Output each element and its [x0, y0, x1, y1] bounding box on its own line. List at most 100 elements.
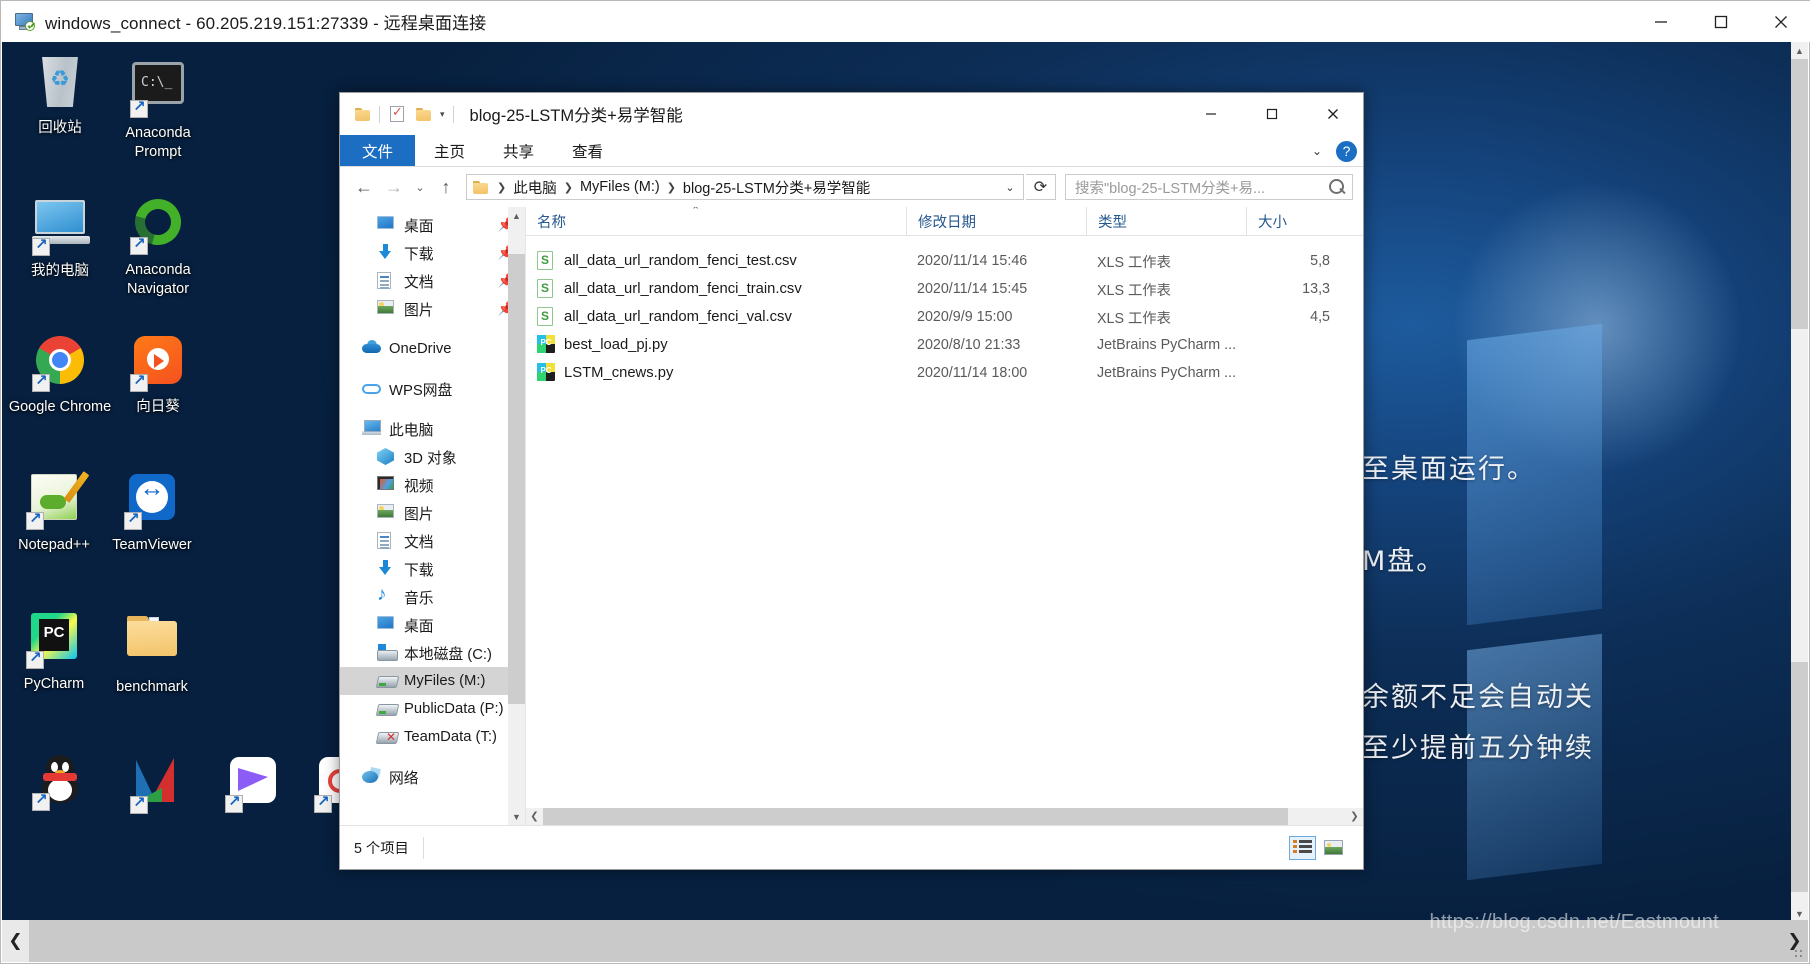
desktop-icon-recycle-bin[interactable]: 回收站: [8, 54, 112, 138]
address-bar[interactable]: ❯ 此电脑 ❯ MyFiles (M:) ❯ blog-25-LSTM分类+易学…: [466, 174, 1024, 200]
resize-grip[interactable]: [1794, 949, 1804, 959]
sidebar-item-network[interactable]: 网络: [340, 763, 525, 791]
folder-icon: [473, 180, 488, 194]
breadcrumb-item-this-pc[interactable]: 此电脑: [510, 177, 560, 198]
tab-view[interactable]: 查看: [553, 135, 622, 166]
properties-icon[interactable]: [384, 101, 410, 127]
table-row[interactable]: best_load_pj.py 2020/8/10 21:33 JetBrain…: [526, 331, 1363, 359]
desktop-icon-anaconda-prompt[interactable]: Anaconda Prompt: [106, 54, 210, 162]
scrollbar-thumb-lower[interactable]: [1791, 662, 1808, 892]
sidebar-item-desktop-qa[interactable]: 桌面 📌: [340, 211, 525, 239]
desktop-icon-anaconda-navigator[interactable]: Anaconda Navigator: [106, 190, 210, 299]
sidebar-item-myfiles-m[interactable]: MyFiles (M:): [340, 667, 525, 695]
desktop-icon-label: Notepad++: [18, 537, 90, 553]
breadcrumb-item-folder[interactable]: blog-25-LSTM分类+易学智能: [680, 177, 873, 198]
remote-desktop-surface[interactable]: 至桌面运行。 M盘。 余额不足会自动关 至少提前五分钟续 回收站 Anacond…: [2, 42, 1808, 922]
arrow-up-icon[interactable]: ↑: [432, 173, 460, 201]
scrollbar-thumb[interactable]: [508, 254, 525, 704]
chevron-down-icon[interactable]: ⌄: [1306, 144, 1328, 158]
navigation-pane[interactable]: 桌面 📌 下载 📌 文档 📌 图片 📌 OneDrive WPS网盘 此电脑 3…: [340, 207, 526, 825]
column-header-type[interactable]: 类型: [1086, 207, 1246, 236]
rdp-close-button[interactable]: [1751, 1, 1810, 42]
nav-pane-scrollbar[interactable]: ▲ ▼: [508, 207, 525, 825]
desktop-icon-sunlogin[interactable]: 向日葵: [106, 332, 210, 417]
desktop-icon-qq[interactable]: [8, 752, 112, 817]
desktop-icon-notepad-plus-plus[interactable]: Notepad++: [2, 469, 106, 555]
address-dropdown-icon[interactable]: ⌄: [999, 175, 1021, 199]
sidebar-item-documents-qa[interactable]: 文档 📌: [340, 267, 525, 295]
details-view-button[interactable]: [1289, 835, 1316, 860]
sidebar-item-label: MyFiles (M:): [404, 673, 486, 689]
rdp-horizontal-scrollbar[interactable]: ❮ https://blog.csdn.net/Eastmount ❯: [2, 911, 1808, 962]
search-icon[interactable]: [1329, 178, 1346, 196]
breadcrumb-separator: ❯: [666, 181, 676, 194]
explorer-close-button[interactable]: [1302, 93, 1363, 135]
sidebar-item-documents[interactable]: 文档: [340, 527, 525, 555]
column-header-date[interactable]: 修改日期: [906, 207, 1086, 236]
scroll-left-icon[interactable]: ❮: [526, 808, 543, 825]
sidebar-item-downloads-qa[interactable]: 下载 📌: [340, 239, 525, 267]
sidebar-item-local-disk-c[interactable]: 本地磁盘 (C:): [340, 639, 525, 667]
rdp-vertical-scrollbar[interactable]: ▲ ▼: [1791, 42, 1808, 922]
file-list-horizontal-scrollbar[interactable]: ❮ ❯: [526, 808, 1363, 825]
desktop-icon-benchmark-folder[interactable]: benchmark: [100, 608, 204, 697]
sidebar-item-pictures-qa[interactable]: 图片 📌: [340, 295, 525, 323]
column-header-size[interactable]: 大小: [1246, 207, 1336, 236]
desktop-icon-google-chrome[interactable]: Google Chrome: [8, 332, 112, 417]
help-icon[interactable]: ?: [1336, 140, 1357, 162]
table-row[interactable]: all_data_url_random_fenci_test.csv 2020/…: [526, 247, 1363, 275]
desktop-icon-triangles-app[interactable]: [106, 752, 210, 820]
sidebar-item-onedrive[interactable]: OneDrive: [340, 335, 525, 363]
file-date: 2020/9/9 15:00: [917, 309, 1013, 325]
folder-icon[interactable]: [349, 101, 375, 127]
scroll-down-icon[interactable]: ▼: [508, 808, 525, 825]
explorer-maximize-button[interactable]: [1241, 93, 1302, 135]
file-explorer-window[interactable]: ▾ blog-25-LSTM分类+易学智能 文件: [339, 92, 1364, 870]
table-row[interactable]: all_data_url_random_fenci_val.csv 2020/9…: [526, 303, 1363, 331]
customize-caret-icon[interactable]: ▾: [436, 109, 449, 120]
desktop-icon-pycharm[interactable]: PyCharm: [2, 608, 106, 694]
recent-locations-icon[interactable]: ⌄: [410, 173, 430, 201]
desktop-icon-label: PyCharm: [23, 676, 85, 692]
sidebar-item-this-pc[interactable]: 此电脑: [340, 415, 525, 443]
new-folder-icon[interactable]: [410, 101, 436, 127]
sidebar-item-3d-objects[interactable]: 3D 对象: [340, 443, 525, 471]
sidebar-item-desktop[interactable]: 桌面: [340, 611, 525, 639]
refresh-icon[interactable]: ⟳: [1026, 174, 1056, 200]
desktop-icon-my-computer[interactable]: 我的电脑: [8, 194, 112, 281]
rdp-minimize-button[interactable]: [1631, 1, 1691, 42]
arrow-left-icon[interactable]: ←: [350, 173, 378, 201]
sidebar-item-teamdata-t[interactable]: ✕ TeamData (T:): [340, 723, 525, 751]
scroll-up-icon[interactable]: ▲: [1791, 42, 1808, 59]
column-header-name[interactable]: 名称 ⌃: [526, 207, 906, 236]
table-row[interactable]: LSTM_cnews.py 2020/11/14 18:00 JetBrains…: [526, 359, 1363, 387]
recycle-bin-icon: [32, 57, 88, 113]
sidebar-item-publicdata-p[interactable]: PublicData (P:): [340, 695, 525, 723]
sidebar-item-downloads[interactable]: 下载: [340, 555, 525, 583]
column-header-label: 大小: [1258, 214, 1287, 231]
sidebar-item-music[interactable]: 音乐: [340, 583, 525, 611]
sidebar-item-wps-cloud[interactable]: WPS网盘: [340, 375, 525, 403]
table-row[interactable]: all_data_url_random_fenci_train.csv 2020…: [526, 275, 1363, 303]
scrollbar-track[interactable]: [543, 808, 1346, 825]
rdp-maximize-button[interactable]: [1691, 1, 1751, 42]
desktop-icon-teamviewer[interactable]: TeamViewer: [100, 469, 204, 555]
explorer-minimize-button[interactable]: [1180, 93, 1241, 135]
tab-home[interactable]: 主页: [415, 135, 484, 166]
sidebar-item-videos[interactable]: 视频: [340, 471, 525, 499]
thumbnails-view-button[interactable]: [1320, 836, 1347, 860]
scroll-up-icon[interactable]: ▲: [508, 207, 525, 224]
view-mode-buttons: [1289, 835, 1363, 860]
scroll-left-icon[interactable]: ❮: [2, 920, 29, 962]
sidebar-item-pictures[interactable]: 图片: [340, 499, 525, 527]
file-list-pane[interactable]: 名称 ⌃ 修改日期 类型 大小 S all_data_url_random_fe…: [526, 207, 1363, 825]
scrollbar-track[interactable]: https://blog.csdn.net/Eastmount: [29, 911, 1781, 962]
tab-share[interactable]: 共享: [484, 135, 553, 166]
arrow-right-icon[interactable]: →: [380, 173, 408, 201]
breadcrumb-item-myfiles[interactable]: MyFiles (M:): [577, 179, 663, 195]
scrollbar-thumb[interactable]: [543, 808, 1288, 825]
scrollbar-thumb[interactable]: [1791, 59, 1808, 329]
search-input[interactable]: 搜索"blog-25-LSTM分类+易...: [1065, 174, 1353, 200]
tab-file[interactable]: 文件: [340, 135, 416, 166]
scroll-right-icon[interactable]: ❯: [1346, 808, 1363, 825]
